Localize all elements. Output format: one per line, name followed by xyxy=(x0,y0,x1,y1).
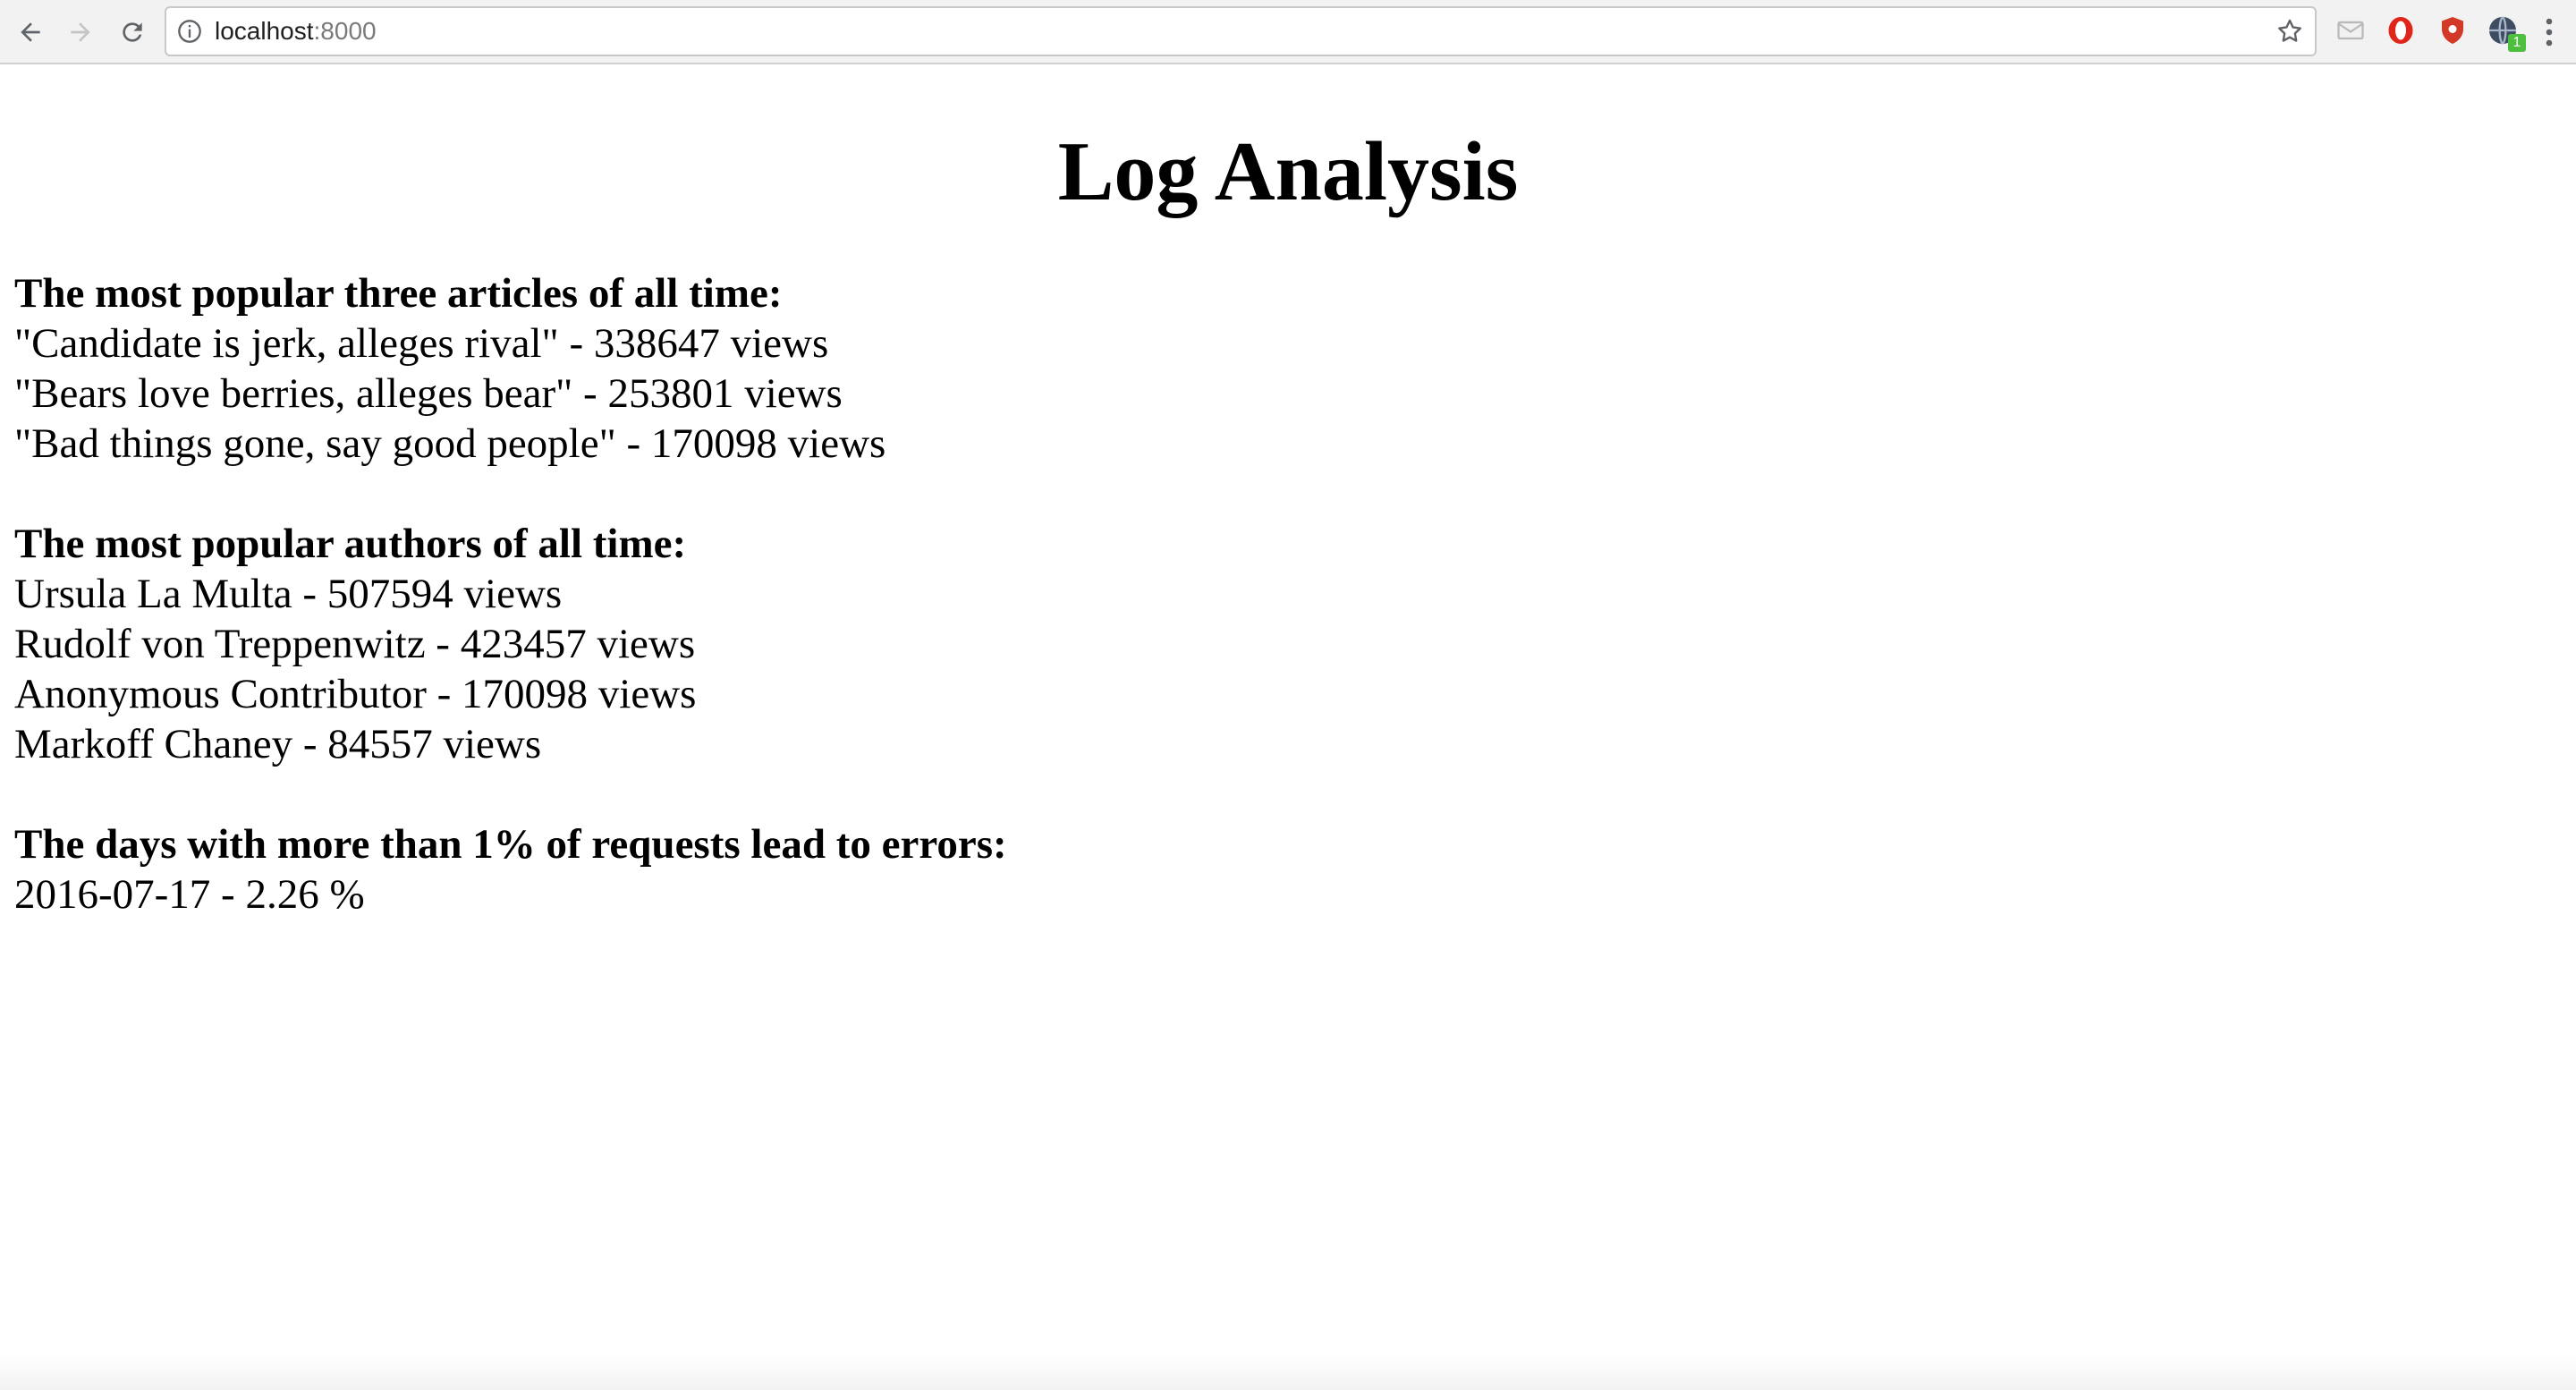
arrow-right-icon xyxy=(71,22,90,42)
opera-icon xyxy=(2388,17,2413,44)
url-text[interactable]: localhost:8000 xyxy=(215,8,377,55)
info-icon[interactable] xyxy=(177,19,202,44)
url-port: :8000 xyxy=(313,17,377,45)
back-button[interactable] xyxy=(11,13,50,52)
reload-icon xyxy=(123,22,142,42)
section-popular-articles: The most popular three articles of all t… xyxy=(14,268,1007,469)
mail-icon xyxy=(2337,21,2364,40)
address-bar[interactable]: localhost:8000 xyxy=(165,6,2317,56)
more-vertical-icon xyxy=(2546,18,2553,47)
extension-badge: 1 xyxy=(2508,34,2526,52)
extension-opera[interactable] xyxy=(2385,14,2417,47)
page-content: Log Analysis The most popular three arti… xyxy=(0,64,2576,1390)
star-icon[interactable] xyxy=(2275,17,2304,46)
report-content: The most popular three articles of all t… xyxy=(14,268,1007,970)
bottom-shadow xyxy=(0,1354,2576,1390)
section-popular-authors: The most popular authors of all time: Ur… xyxy=(14,519,1007,769)
extension-shield[interactable] xyxy=(2436,14,2469,47)
section-heading: The most popular three articles of all t… xyxy=(14,270,783,317)
shield-icon xyxy=(2442,17,2463,44)
section-heading: The days with more than 1% of requests l… xyxy=(14,821,1007,868)
extension-globe[interactable]: 1 xyxy=(2487,14,2526,52)
forward-button[interactable] xyxy=(61,13,100,52)
article-entry: "Bears love berries, alleges bear" - 253… xyxy=(14,370,843,417)
section-error-days: The days with more than 1% of requests l… xyxy=(14,819,1007,920)
author-entry: Anonymous Contributor - 170098 views xyxy=(14,671,697,717)
browser-toolbar: localhost:8000 1 xyxy=(0,0,2576,64)
error-day-entry: 2016-07-17 - 2.26 % xyxy=(14,871,365,918)
page-title: Log Analysis xyxy=(1057,125,1519,218)
author-entry: Rudolf von Treppenwitz - 423457 views xyxy=(14,621,696,667)
article-entry: "Bad things gone, say good people" - 170… xyxy=(14,420,886,467)
article-entry: "Candidate is jerk, alleges rival" - 338… xyxy=(14,320,829,367)
author-entry: Markoff Chaney - 84557 views xyxy=(14,721,542,767)
extension-mail[interactable] xyxy=(2334,14,2367,47)
reload-button[interactable] xyxy=(113,13,152,52)
author-entry: Ursula La Multa - 507594 views xyxy=(14,571,563,617)
section-heading: The most popular authors of all time: xyxy=(14,521,687,567)
browser-menu-button[interactable] xyxy=(2533,14,2565,50)
url-host: localhost xyxy=(215,17,314,45)
arrow-left-icon xyxy=(21,22,40,42)
